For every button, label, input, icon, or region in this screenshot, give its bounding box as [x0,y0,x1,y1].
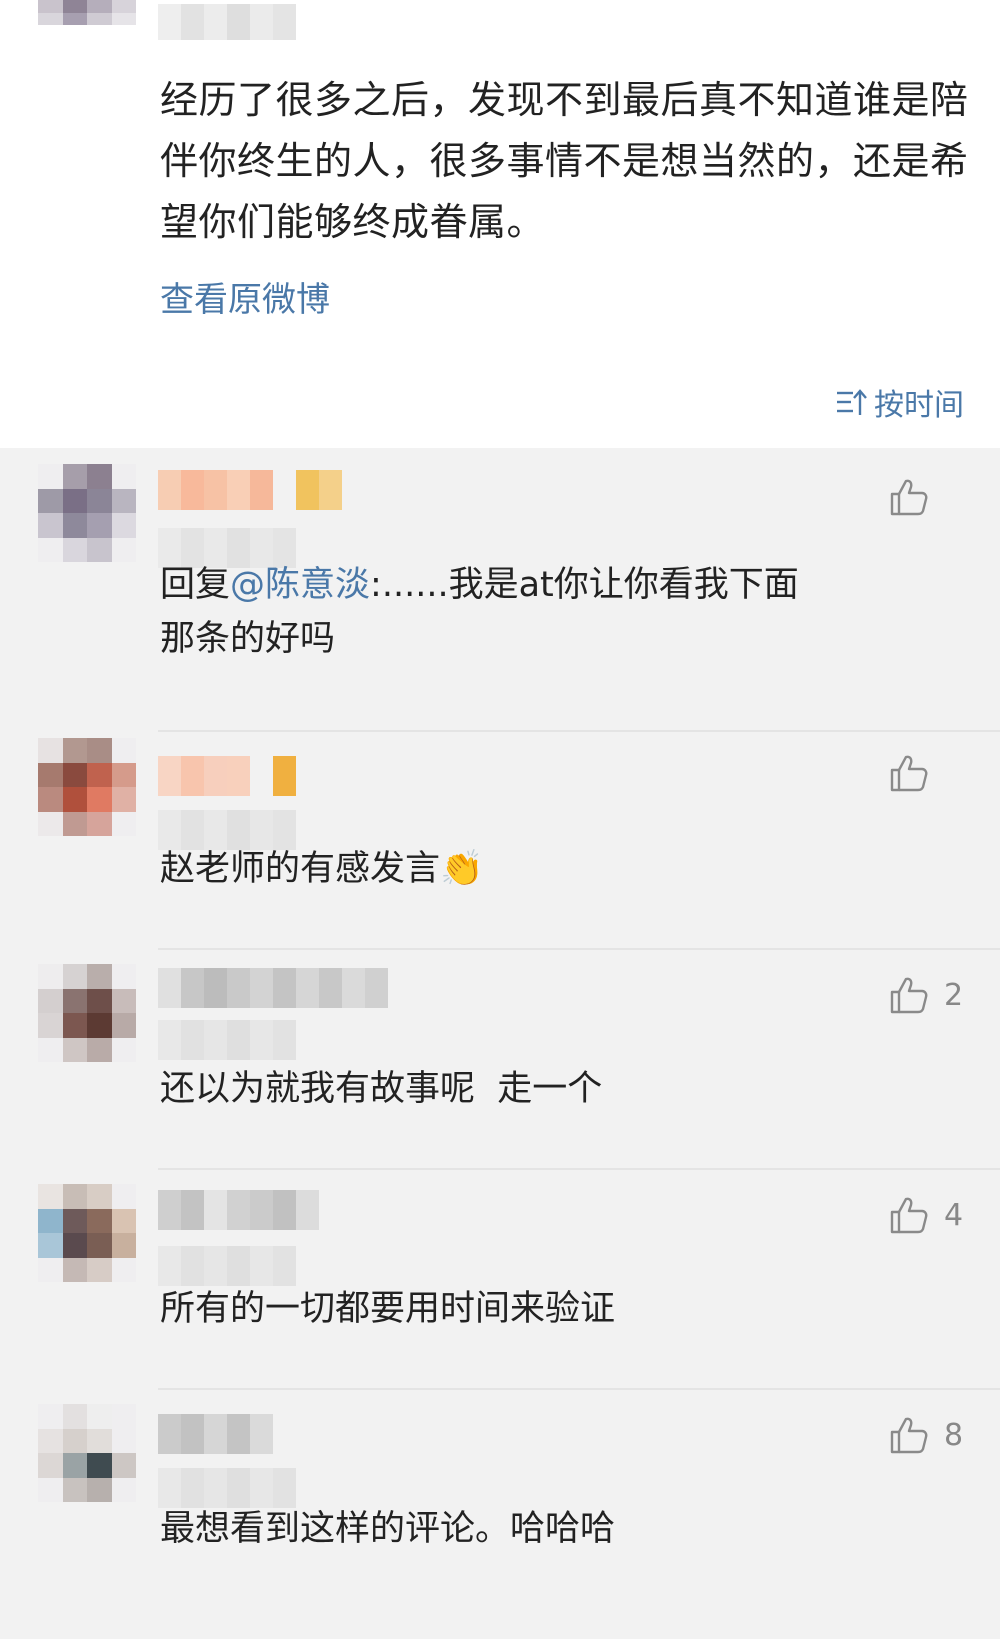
commenter-avatar[interactable] [38,464,136,562]
divider [158,1388,1000,1390]
comment-text: 还以为就我有故事呢 走一个 [160,1069,603,1109]
comments-section: 回复@陈意淡:......我是at你让你看我下面那条的好吗 赵老师的有感发言👏 … [0,448,1000,1639]
comment-time-blurred [158,1020,296,1060]
post-body-text: 经历了很多之后，发现不到最后真不知道谁是陪伴你终生的人，很多事情不是想当然的，还… [160,78,969,244]
comment-text: 最想看到这样的评论。哈哈哈 [160,1509,616,1549]
like-button[interactable] [888,752,964,794]
comment-text: 所有的一切都要用时间来验证 [160,1289,616,1329]
divider [158,730,1000,732]
mention-link[interactable]: @陈意淡 [230,565,370,605]
comment-item: 8 最想看到这样的评论。哈哈哈 [0,1388,1000,1639]
commenter-name-blurred[interactable] [158,756,296,796]
post-author-name-blurred[interactable] [158,4,296,40]
like-count: 4 [944,1197,964,1233]
like-button[interactable]: 8 [888,1414,964,1456]
like-count: 8 [944,1417,964,1453]
commenter-avatar[interactable] [38,1404,136,1502]
avatar-mosaic [38,738,136,836]
commenter-avatar[interactable] [38,1184,136,1282]
commenter-name-blurred[interactable] [158,1414,273,1454]
commenter-name-blurred[interactable] [158,470,342,510]
comment-item: 4 所有的一切都要用时间来验证 [0,1168,1000,1388]
thumbs-up-icon [890,479,928,516]
reply-prefix: 回复 [160,565,231,605]
like-button[interactable]: 4 [888,1194,964,1236]
sort-time-icon [837,389,867,415]
commenter-avatar[interactable] [38,738,136,836]
comment-text: 回复@陈意淡:......我是at你让你看我下面那条的好吗 [160,558,800,666]
avatar-mosaic [38,964,136,1062]
view-original-weibo-link[interactable]: 查看原微博 [160,272,330,321]
sort-by-time-button[interactable]: 按时间 [834,380,964,424]
comment-item: 回复@陈意淡:......我是at你让你看我下面那条的好吗 [0,448,1000,730]
commenter-name-blurred[interactable] [158,1190,319,1230]
avatar-mosaic [38,1404,136,1502]
avatar-mosaic [38,464,136,562]
avatar-mosaic [38,1184,136,1282]
like-count: 2 [944,977,964,1013]
commenter-name-blurred[interactable] [158,968,388,1008]
sort-label: 按时间 [874,388,964,423]
thumbs-up-icon [890,1417,928,1454]
like-button[interactable] [888,476,964,518]
comment-time-blurred [158,1246,296,1286]
thumbs-up-icon [890,755,928,792]
thumbs-up-icon [890,1197,928,1234]
original-post: 经历了很多之后，发现不到最后真不知道谁是陪伴你终生的人，很多事情不是想当然的，还… [0,0,1000,448]
commenter-avatar[interactable] [38,964,136,1062]
post-author-avatar[interactable] [38,0,136,50]
like-button[interactable]: 2 [888,974,964,1016]
divider [158,948,1000,950]
thumbs-up-icon [890,977,928,1014]
comment-text: 赵老师的有感发言👏 [160,849,484,889]
comment-item: 赵老师的有感发言👏 [0,730,1000,948]
divider [158,1168,1000,1170]
comment-item: 2 还以为就我有故事呢 走一个 [0,948,1000,1168]
avatar-mosaic [38,0,136,50]
